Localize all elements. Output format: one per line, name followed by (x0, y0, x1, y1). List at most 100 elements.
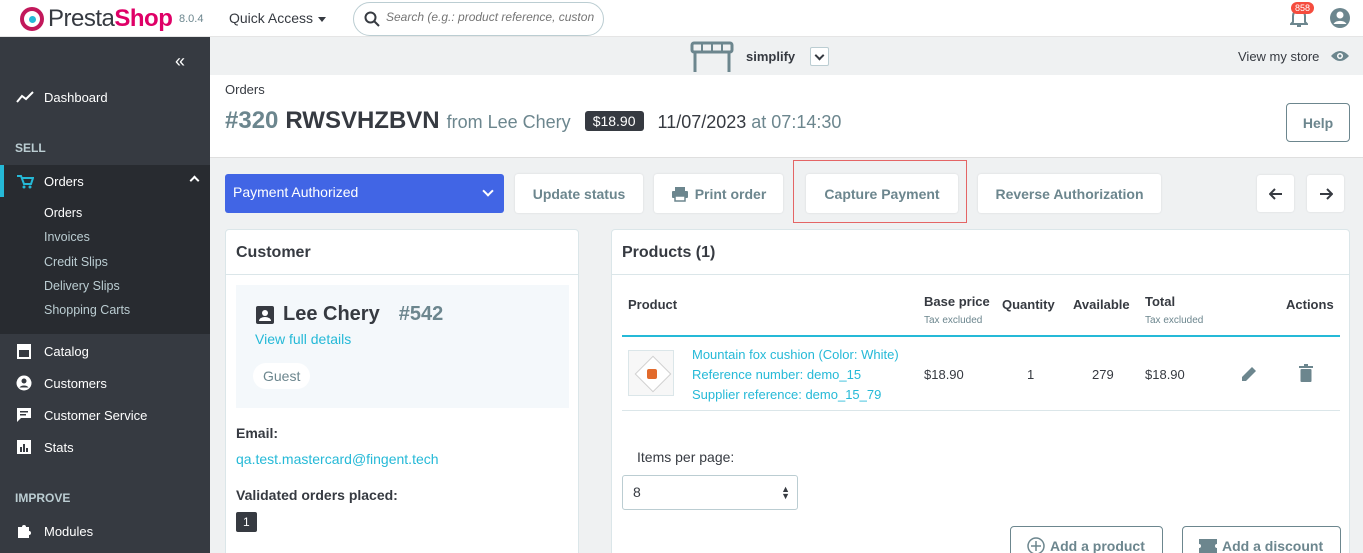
items-per-page-select[interactable]: 8 ▲ ▼ (622, 475, 798, 510)
customer-name: Lee Chery (283, 303, 380, 325)
product-thumbnail[interactable] (628, 350, 674, 396)
quick-access-menu[interactable]: Quick Access (229, 10, 327, 26)
print-order-button[interactable]: Print order (654, 174, 783, 213)
store-icon (16, 343, 34, 359)
submenu-delivery-slips[interactable]: Delivery Slips (44, 279, 120, 293)
printer-icon (671, 186, 688, 202)
card-divider (612, 274, 1349, 275)
sidebar-item-customers[interactable]: Customers (0, 367, 210, 399)
reverse-authorization-button[interactable]: Reverse Authorization (978, 174, 1161, 213)
ticket-icon (1199, 539, 1217, 553)
col-product: Product (628, 297, 678, 312)
customer-email-link[interactable]: qa.test.mastercard@fingent.tech (236, 451, 439, 467)
sidebar-item-dashboard[interactable]: Dashboard (0, 81, 210, 113)
sidebar: « Dashboard SELL Orders Orders Invoices … (0, 37, 210, 553)
product-reference: Reference number: demo_15 (692, 367, 862, 382)
orders-submenu: Orders Invoices Credit Slips Delivery Sl… (0, 197, 210, 334)
capture-payment-button[interactable]: Capture Payment (806, 174, 958, 213)
logo-text: PrestaShop (48, 5, 173, 32)
add-discount-label: Add a discount (1222, 538, 1324, 553)
order-number: #320 (225, 107, 279, 134)
card-divider (226, 274, 578, 275)
chevron-down-icon (482, 185, 494, 197)
col-total: Total (1145, 294, 1176, 309)
validated-orders-count: 1 (236, 512, 257, 532)
puzzle-icon (16, 523, 34, 539)
view-my-store-link[interactable]: View my store (1238, 49, 1319, 64)
customer-name-row: Lee Chery #542 (256, 303, 443, 326)
store-name: simplify (746, 49, 796, 64)
customer-id: #542 (398, 303, 444, 325)
email-label: Email: (236, 425, 279, 441)
product-quantity: 1 (1027, 367, 1035, 382)
eye-icon[interactable] (1330, 49, 1350, 63)
caret-down-icon (318, 16, 327, 22)
sidebar-item-stats[interactable]: Stats (0, 431, 210, 463)
chevron-up-icon (189, 175, 200, 186)
notification-badge: 858 (1291, 2, 1315, 14)
order-customer: from Lee Chery (446, 112, 571, 132)
quick-access-label: Quick Access (229, 10, 314, 26)
sidebar-item-orders[interactable]: Orders (0, 165, 210, 197)
search-input[interactable] (386, 10, 596, 24)
product-name-link[interactable]: Mountain fox cushion (Color: White) (692, 347, 899, 362)
help-button[interactable]: Help (1286, 103, 1350, 142)
user-circle-icon (16, 375, 34, 391)
print-order-label: Print order (694, 185, 767, 202)
next-order-button[interactable] (1307, 175, 1344, 212)
prestashop-logo[interactable]: PrestaShop (20, 5, 173, 33)
update-status-button[interactable]: Update status (515, 174, 643, 213)
sidebar-item-label: Customer Service (44, 407, 148, 423)
top-bar: PrestaShop 8.0.4 Quick Access 858 (0, 0, 1363, 37)
edit-pencil-icon[interactable] (1240, 365, 1258, 383)
sidebar-item-label: Catalog (44, 343, 89, 359)
section-improve: IMPROVE (15, 491, 71, 505)
search-box[interactable] (353, 2, 604, 36)
view-full-details-link[interactable]: View full details (255, 331, 351, 347)
plus-circle-icon (1027, 537, 1045, 553)
col-quantity: Quantity (1002, 297, 1055, 312)
logo-icon (20, 7, 44, 31)
products-card: Products (1) Product Base price Tax excl… (611, 229, 1350, 553)
sidebar-item-label: Orders (44, 173, 84, 189)
sidebar-item-catalog[interactable]: Catalog (0, 335, 210, 367)
customer-summary: Lee Chery #542 View full details Guest (236, 285, 569, 408)
order-reference: RWSVHZBVN (285, 107, 440, 134)
bar-chart-icon (16, 439, 34, 455)
order-time: at 07:14:30 (751, 112, 842, 132)
updown-icon: ▲ ▼ (781, 484, 790, 501)
page-title: #320 RWSVHZBVN from Lee Chery $18.90 11/… (225, 107, 841, 135)
sidebar-item-customer-service[interactable]: Customer Service (0, 399, 210, 431)
contact-card-icon (256, 305, 274, 324)
customer-card-title: Customer (236, 244, 311, 261)
sidebar-item-modules[interactable]: Modules (0, 515, 210, 547)
products-card-title: Products (1) (622, 244, 716, 261)
previous-order-button[interactable] (1257, 175, 1294, 212)
sidebar-item-label: Dashboard (44, 89, 108, 105)
guest-badge: Guest (253, 363, 311, 389)
submenu-shopping-carts[interactable]: Shopping Carts (44, 303, 130, 317)
col-base-price-sub: Tax excluded (924, 315, 983, 326)
product-base-price: $18.90 (924, 367, 964, 382)
row-divider (622, 410, 1340, 411)
add-product-button[interactable]: Add a product (1010, 526, 1163, 553)
arrow-left-icon (1268, 187, 1282, 200)
order-status-value: Payment Authorized (233, 184, 359, 200)
submenu-credit-slips[interactable]: Credit Slips (44, 255, 108, 269)
submenu-orders[interactable]: Orders (44, 206, 82, 220)
order-status-select[interactable]: Payment Authorized (225, 174, 504, 213)
delete-trash-icon[interactable] (1299, 364, 1313, 382)
validated-orders-label: Validated orders placed: (236, 487, 398, 503)
breadcrumb[interactable]: Orders (225, 82, 265, 97)
col-base-price: Base price (924, 294, 990, 309)
store-dropdown-button[interactable] (810, 47, 829, 66)
submenu-invoices[interactable]: Invoices (44, 230, 90, 244)
sidebar-item-label: Customers (44, 375, 107, 391)
add-product-label: Add a product (1050, 538, 1145, 553)
add-discount-button[interactable]: Add a discount (1182, 526, 1341, 553)
trending-up-icon (16, 90, 34, 104)
product-supplier-reference: Supplier reference: demo_15_79 (692, 387, 882, 402)
user-account-icon[interactable] (1329, 7, 1351, 29)
product-total: $18.90 (1145, 367, 1185, 382)
collapse-sidebar-icon[interactable]: « (175, 51, 185, 72)
